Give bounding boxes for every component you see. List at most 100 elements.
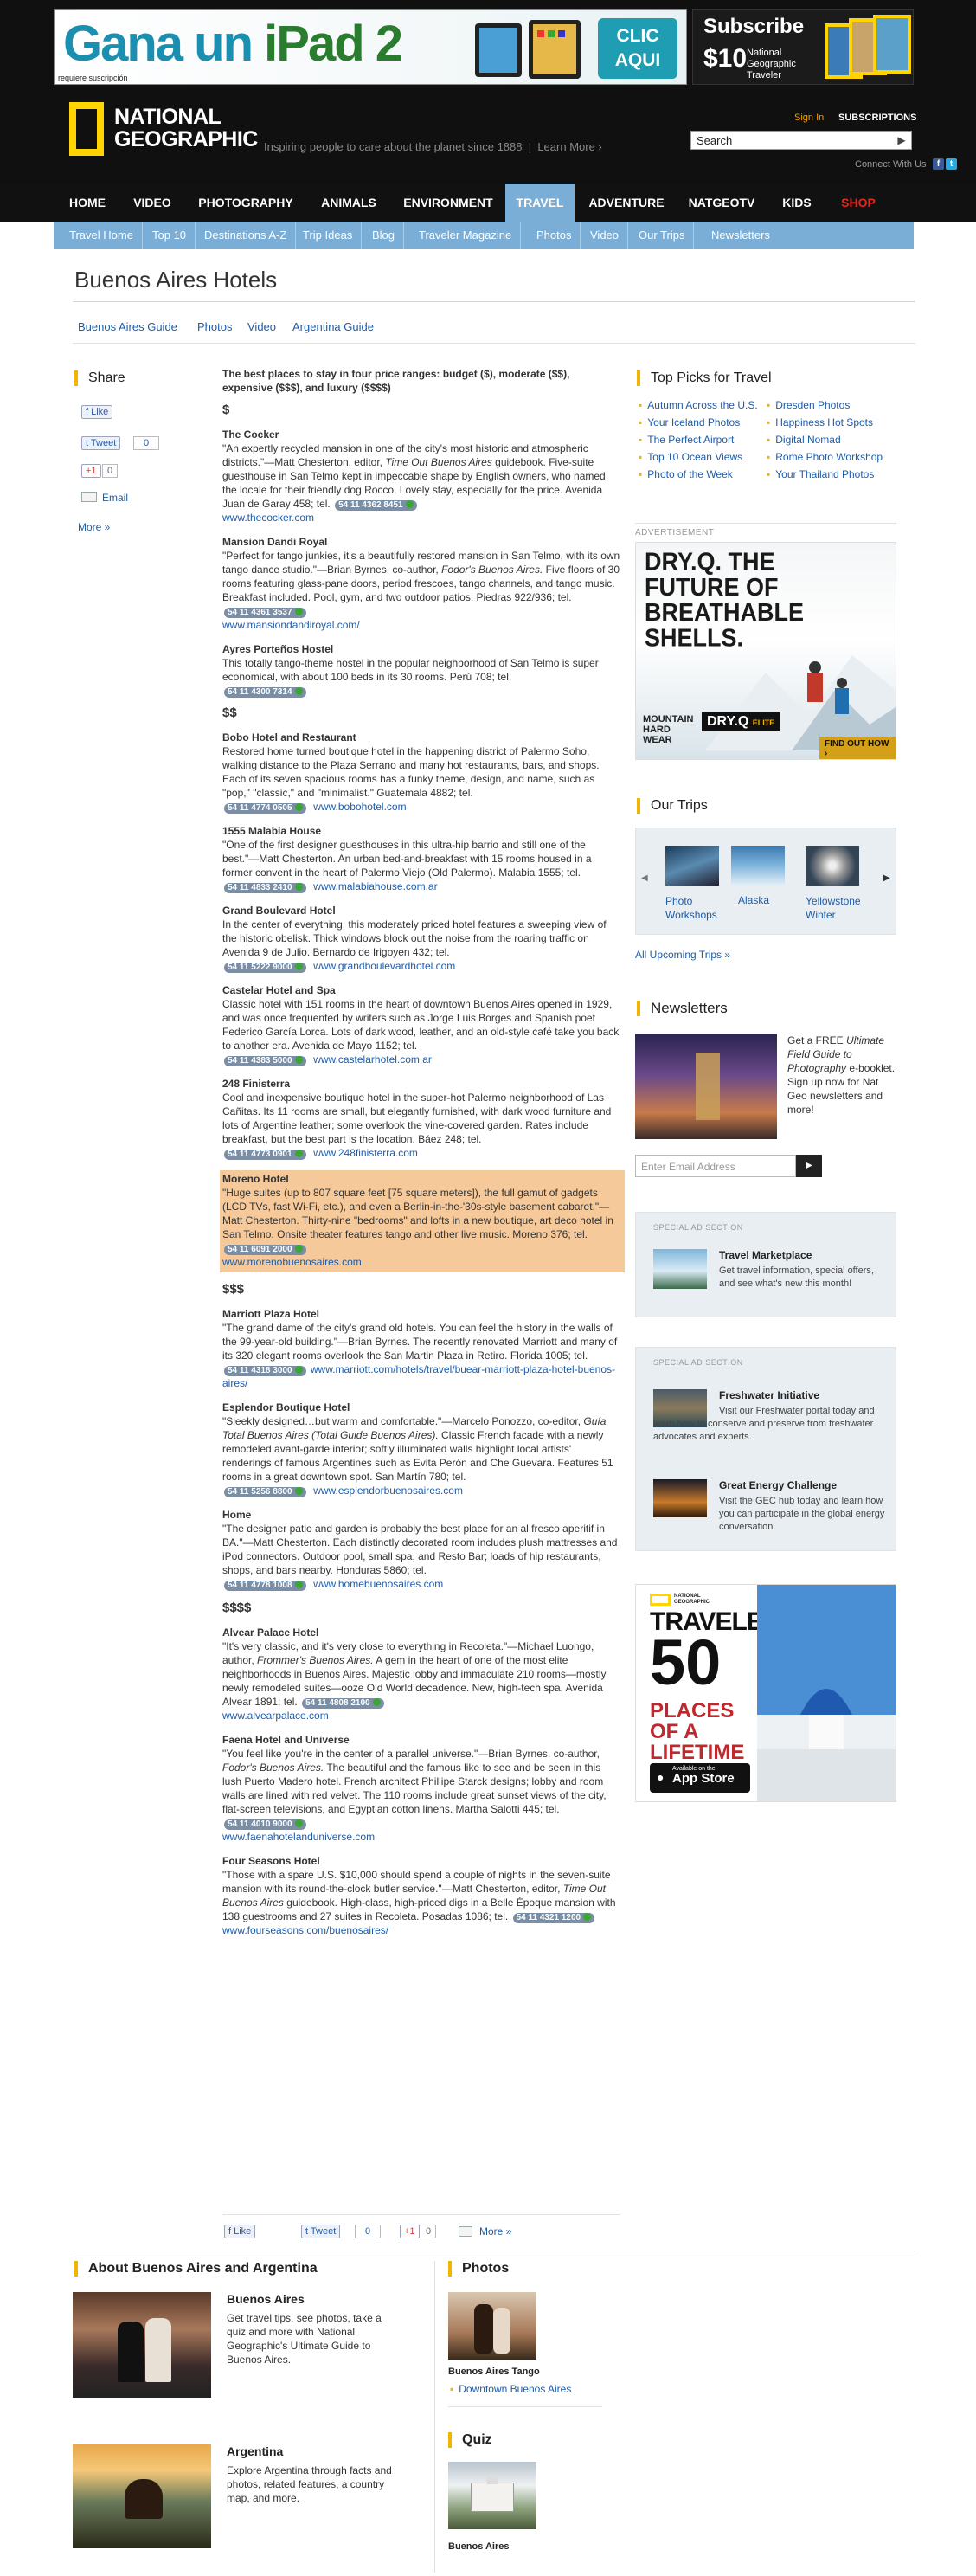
- subnav-video[interactable]: Video: [581, 222, 629, 249]
- top-pick-link[interactable]: Your Thailand Photos: [775, 468, 874, 480]
- nav-photography[interactable]: PHOTOGRAPHY: [190, 184, 301, 222]
- top-pick-link[interactable]: The Perfect Airport: [647, 434, 734, 446]
- trip-link[interactable]: Yellowstone Winter: [806, 894, 875, 922]
- phone-badge[interactable]: 54 11 4300 7314: [224, 687, 306, 698]
- facebook-icon[interactable]: f: [933, 158, 944, 170]
- trip-link[interactable]: Alaska: [738, 894, 769, 906]
- nav-adventure[interactable]: ADVENTURE: [585, 184, 668, 222]
- energy-title[interactable]: Great Energy Challenge: [719, 1479, 837, 1491]
- subnav-travel-home[interactable]: Travel Home: [61, 222, 143, 249]
- phone-badge[interactable]: 54 11 4778 1008: [224, 1581, 306, 1591]
- trip-photo[interactable]: [806, 846, 859, 886]
- share-more-link[interactable]: More »: [479, 2225, 511, 2238]
- google-plus-button[interactable]: +1: [400, 2225, 420, 2238]
- sign-in-link[interactable]: Sign In: [794, 113, 824, 123]
- hotel-website-link[interactable]: www.morenobuenosaires.com: [222, 1256, 362, 1268]
- buenos-aires-photo[interactable]: [73, 2292, 211, 2398]
- subnav-traveler-magazine[interactable]: Traveler Magazine: [410, 222, 522, 249]
- subnav-top-10[interactable]: Top 10: [144, 222, 196, 249]
- argentina-photo[interactable]: [73, 2444, 211, 2548]
- hotel-website-link[interactable]: www.faenahotelanduniverse.com: [222, 1831, 375, 1843]
- trip-photo[interactable]: [731, 846, 785, 886]
- energy-photo[interactable]: [653, 1479, 707, 1517]
- phone-badge[interactable]: 54 11 4808 2100: [302, 1698, 384, 1709]
- nav-travel[interactable]: TRAVEL: [505, 184, 575, 222]
- email-envelope-icon[interactable]: [459, 2226, 472, 2237]
- ipad-banner-ad[interactable]: Gana un iPad 2 CLIC AQUI requiere suscri…: [54, 9, 687, 85]
- phone-badge[interactable]: 54 11 4773 0901: [224, 1150, 306, 1160]
- mountain-hardwear-ad[interactable]: DRY.Q. THE FUTURE OF BREATHABLE SHELLS. …: [635, 542, 896, 760]
- subscriptions-link[interactable]: SUBSCRIPTIONS: [838, 113, 916, 123]
- subnav-our-trips[interactable]: Our Trips: [630, 222, 695, 249]
- hotel-website-link[interactable]: www.mansiondandiroyal.com/: [222, 619, 360, 631]
- phone-badge[interactable]: 54 11 4774 0505: [224, 803, 306, 814]
- top-pick-link[interactable]: Happiness Hot Spots: [775, 416, 873, 428]
- hotel-website-link[interactable]: www.homebuenosaires.com: [313, 1578, 443, 1590]
- top-pick-link[interactable]: Dresden Photos: [775, 399, 850, 411]
- phone-badge[interactable]: 54 11 4361 3537: [224, 608, 306, 618]
- learn-more-link[interactable]: Learn More ›: [537, 140, 601, 153]
- marketplace-title[interactable]: Travel Marketplace: [719, 1249, 812, 1261]
- facebook-like-button[interactable]: f Like: [81, 405, 113, 419]
- twitter-icon[interactable]: t: [946, 158, 957, 170]
- tab-video[interactable]: Video: [247, 320, 276, 333]
- facebook-like-button[interactable]: f Like: [224, 2225, 256, 2238]
- phone-badge[interactable]: 54 11 4318 3000: [224, 1366, 306, 1376]
- tweet-button[interactable]: t Tweet: [301, 2225, 341, 2238]
- top-pick-link[interactable]: Autumn Across the U.S.: [647, 399, 757, 411]
- traveler-app-ad[interactable]: NATIONAL GEOGRAPHIC TRAVELER 50 PLACES OF…: [635, 1584, 896, 1802]
- marketplace-photo[interactable]: [653, 1249, 707, 1289]
- natgeo-logo[interactable]: NATIONAL GEOGRAPHIC: [69, 102, 268, 159]
- search-arrow-icon[interactable]: ▶: [891, 131, 912, 150]
- subnav-newsletters[interactable]: Newsletters: [703, 222, 779, 249]
- phone-badge[interactable]: 54 11 4362 8451: [335, 500, 417, 511]
- hotel-website-link[interactable]: www.alvearpalace.com: [222, 1710, 329, 1722]
- argentina-title[interactable]: Argentina: [227, 2444, 396, 2458]
- search-input[interactable]: Search: [690, 131, 912, 150]
- subnav-photos[interactable]: Photos: [528, 222, 581, 249]
- hotel-website-link[interactable]: www.castelarhotel.com.ar: [313, 1053, 432, 1066]
- hotel-website-link[interactable]: www.malabiahouse.com.ar: [313, 880, 437, 892]
- tango-photo[interactable]: [448, 2292, 536, 2360]
- subnav-destinations[interactable]: Destinations A-Z: [196, 222, 297, 249]
- tab-buenos-aires-guide[interactable]: Buenos Aires Guide: [78, 320, 177, 333]
- phone-badge[interactable]: 54 11 4321 1200: [512, 1913, 595, 1923]
- buenos-aires-title[interactable]: Buenos Aires: [227, 2292, 396, 2306]
- phone-badge[interactable]: 54 11 4833 2410: [224, 883, 306, 893]
- email-input[interactable]: Enter Email Address: [635, 1155, 796, 1177]
- ad-find-out-button[interactable]: FIND OUT HOW ›: [819, 737, 896, 759]
- freshwater-title[interactable]: Freshwater Initiative: [719, 1389, 819, 1401]
- hotel-website-link[interactable]: www.esplendorbuenosaires.com: [313, 1484, 463, 1497]
- phone-badge[interactable]: 54 11 6091 2000: [224, 1245, 306, 1255]
- google-plus-button[interactable]: +1: [81, 464, 101, 478]
- hotel-website-link[interactable]: www.fourseasons.com/buenosaires/: [222, 1924, 388, 1936]
- hotel-website-link[interactable]: www.bobohotel.com: [313, 801, 406, 813]
- phone-badge[interactable]: 54 11 4383 5000: [224, 1056, 306, 1066]
- submit-arrow-icon[interactable]: ▶: [796, 1155, 822, 1177]
- nav-video[interactable]: VIDEO: [128, 184, 177, 222]
- share-more-link[interactable]: More »: [78, 521, 110, 533]
- hotel-website-link[interactable]: www.248finisterra.com: [313, 1147, 418, 1159]
- share-email-link[interactable]: Email: [102, 492, 128, 504]
- nav-shop[interactable]: SHOP: [831, 184, 886, 222]
- top-pick-link[interactable]: Top 10 Ocean Views: [647, 451, 742, 463]
- hotel-website-link[interactable]: www.grandboulevardhotel.com: [313, 960, 455, 972]
- downtown-photos-link[interactable]: Downtown Buenos Aires: [459, 2383, 571, 2395]
- top-pick-link[interactable]: Photo of the Week: [647, 468, 733, 480]
- nav-natgeotv[interactable]: NATGEOTV: [680, 184, 763, 222]
- nav-environment[interactable]: ENVIRONMENT: [396, 184, 500, 222]
- subnav-blog[interactable]: Blog: [363, 222, 405, 249]
- phone-badge[interactable]: 54 11 4010 9000: [224, 1819, 306, 1830]
- carousel-prev-icon[interactable]: ◀: [641, 873, 648, 883]
- ad-click-button[interactable]: CLIC AQUI: [598, 18, 677, 79]
- quiz-photo[interactable]: [448, 2462, 536, 2529]
- trip-photo[interactable]: [665, 846, 719, 886]
- phone-badge[interactable]: 54 11 5256 8800: [224, 1487, 306, 1497]
- top-pick-link[interactable]: Rome Photo Workshop: [775, 451, 883, 463]
- tab-photos[interactable]: Photos: [197, 320, 232, 333]
- top-pick-link[interactable]: Your Iceland Photos: [647, 416, 740, 428]
- nav-home[interactable]: HOME: [61, 184, 114, 222]
- trip-link[interactable]: Photo Workshops: [665, 894, 726, 922]
- tweet-button[interactable]: t Tweet: [81, 436, 121, 450]
- carousel-next-icon[interactable]: ▶: [883, 873, 890, 883]
